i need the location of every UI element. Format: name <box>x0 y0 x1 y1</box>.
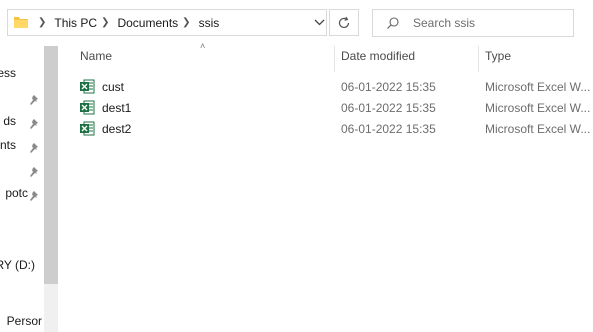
nav-scrollbar-thumb[interactable] <box>44 46 58 284</box>
pin-icon <box>29 166 39 180</box>
nav-item-pinned[interactable] <box>0 160 44 180</box>
nav-item-downloads[interactable]: ds <box>0 112 44 132</box>
nav-item-photos[interactable]: potc <box>0 184 44 204</box>
chevron-right-icon[interactable]: ❯ <box>101 17 109 28</box>
nav-item-label: Persor <box>6 314 42 328</box>
column-header-name[interactable]: Name <box>80 49 330 69</box>
nav-item-drive-d[interactable]: RY (D:) <box>0 256 44 276</box>
nav-item-personal[interactable]: Persor <box>0 312 44 332</box>
file-name[interactable]: dest1 <box>102 101 131 115</box>
search-icon <box>386 16 400 33</box>
address-toolbar: ❯ This PC ❯ Documents ❯ ssis <box>0 0 593 44</box>
column-header-type[interactable]: Type <box>485 49 585 69</box>
chevron-down-icon <box>314 19 324 26</box>
nav-item-label: RY (D:) <box>0 258 35 272</box>
column-divider[interactable] <box>334 46 335 72</box>
file-name[interactable]: cust <box>102 80 124 94</box>
breadcrumb-ssis[interactable]: ssis <box>199 16 220 30</box>
nav-item-documents[interactable]: nts <box>0 136 44 156</box>
file-date-modified: 06-01-2022 15:35 <box>341 122 436 136</box>
nav-item-label: potc <box>5 186 28 200</box>
file-type: Microsoft Excel W... <box>485 80 591 94</box>
file-row[interactable]: dest1 06-01-2022 15:35 Microsoft Excel W… <box>74 98 593 119</box>
file-type: Microsoft Excel W... <box>485 122 591 136</box>
file-row[interactable]: dest2 06-01-2022 15:35 Microsoft Excel W… <box>74 119 593 140</box>
column-header-date-modified[interactable]: Date modified <box>341 49 471 69</box>
nav-item-pinned[interactable] <box>0 88 44 108</box>
excel-file-icon <box>80 79 95 94</box>
address-bar[interactable]: ❯ This PC ❯ Documents ❯ ssis <box>7 9 327 36</box>
column-divider[interactable] <box>478 46 479 72</box>
file-date-modified: 06-01-2022 15:35 <box>341 101 436 115</box>
pin-icon <box>29 142 39 156</box>
pin-icon <box>29 118 39 132</box>
nav-item-label: nts <box>0 138 16 152</box>
folder-icon <box>14 16 28 32</box>
search-box[interactable] <box>372 9 574 37</box>
nav-item-label: ess <box>0 66 16 80</box>
excel-file-icon <box>80 121 95 136</box>
excel-file-icon <box>80 100 95 115</box>
breadcrumb-this-pc[interactable]: This PC <box>54 16 97 30</box>
file-date-modified: 06-01-2022 15:35 <box>341 80 436 94</box>
address-history-dropdown[interactable] <box>310 10 328 35</box>
pin-icon <box>29 94 39 108</box>
pin-icon <box>29 190 39 204</box>
file-row[interactable]: cust 06-01-2022 15:35 Microsoft Excel W.… <box>74 77 593 98</box>
nav-item-label: ds <box>3 114 16 128</box>
file-type: Microsoft Excel W... <box>485 101 591 115</box>
file-name[interactable]: dest2 <box>102 122 131 136</box>
nav-item-quick-access[interactable]: ess <box>0 64 44 84</box>
refresh-icon <box>338 16 350 28</box>
chevron-right-icon[interactable]: ❯ <box>182 17 190 28</box>
breadcrumb-documents[interactable]: Documents <box>117 16 178 30</box>
chevron-right-icon[interactable]: ❯ <box>38 17 46 28</box>
breadcrumb: ❯ This PC ❯ Documents ❯ ssis <box>34 10 219 35</box>
search-input[interactable] <box>413 14 563 32</box>
refresh-button[interactable] <box>329 9 359 36</box>
